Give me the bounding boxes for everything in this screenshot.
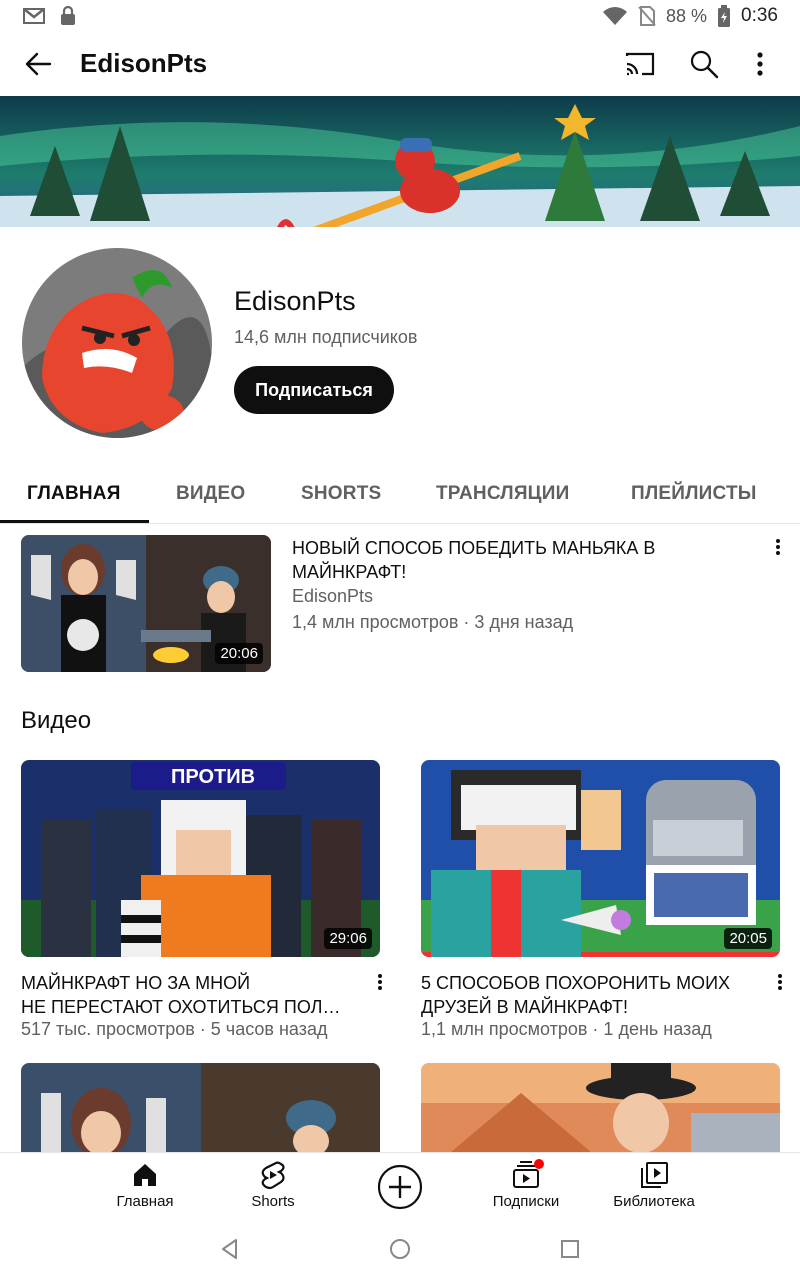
nav-subscriptions[interactable]: Подписки — [480, 1153, 572, 1223]
clock: 0:36 — [741, 5, 778, 26]
channel-banner — [0, 96, 800, 227]
video-meta: 517 тыс. просмотров · 5 часов назад — [21, 1019, 328, 1039]
nav-library[interactable]: Библиотека — [606, 1153, 702, 1223]
create-plus-icon — [377, 1164, 423, 1210]
system-navigation-bar — [0, 1222, 800, 1280]
video-duration: 29:06 — [324, 928, 372, 949]
nav-home[interactable]: Главная — [100, 1153, 190, 1223]
wifi-icon — [602, 7, 627, 25]
video-thumbnail[interactable] — [21, 1063, 380, 1152]
video-thumbnail[interactable] — [421, 1063, 780, 1152]
app-header: EdisonPts — [0, 34, 800, 96]
video-title-line: 5 СПОСОБОВ ПОХОРОНИТЬ МОИХ — [421, 973, 731, 993]
thumb-text: ПРОТИВ — [171, 766, 255, 788]
video-thumbnail[interactable]: 20:05 — [421, 760, 780, 957]
shorts-icon — [261, 1161, 285, 1190]
nav-label: Shorts — [251, 1193, 295, 1210]
tab-videos[interactable]: ВИДЕО — [176, 470, 245, 524]
video-title[interactable]: МАЙНКРАФТ НО ЗА МНОЙ НЕ ПЕРЕСТАЮТ ОХОТИТ… — [21, 971, 351, 1019]
bottom-navigation: Главная Shorts Подписки Библиотека — [0, 1152, 800, 1222]
system-home-icon[interactable] — [388, 1236, 412, 1262]
more-vert-icon[interactable] — [742, 46, 778, 82]
nav-create[interactable] — [370, 1153, 430, 1223]
channel-name: EdisonPts — [234, 286, 356, 316]
featured-video-meta: 1,4 млн просмотров · 3 дня назад — [292, 612, 574, 632]
nav-shorts[interactable]: Shorts — [228, 1153, 318, 1223]
section-title: Видео — [21, 707, 92, 734]
notification-dot — [534, 1159, 544, 1169]
system-recents-icon[interactable] — [558, 1236, 582, 1262]
more-vert-icon[interactable] — [768, 535, 788, 563]
active-tab-indicator — [0, 520, 149, 523]
tab-live[interactable]: ТРАНСЛЯЦИИ — [436, 470, 569, 524]
more-vert-icon[interactable] — [770, 970, 790, 998]
gmail-icon — [23, 8, 45, 24]
subscribe-button[interactable]: Подписаться — [234, 366, 394, 414]
video-meta: 1,1 млн просмотров · 1 день назад — [421, 1019, 712, 1039]
featured-video-title[interactable]: НОВЫЙ СПОСОБ ПОБЕДИТЬ МАНЬЯКА В МАЙНКРАФ… — [292, 536, 752, 584]
lock-icon — [61, 5, 75, 25]
page-title: EdisonPts — [80, 48, 208, 78]
cast-icon[interactable] — [622, 46, 658, 82]
home-icon — [134, 1164, 156, 1186]
tab-playlists[interactable]: ПЛЕЙЛИСТЫ — [631, 470, 757, 524]
more-vert-icon[interactable] — [370, 970, 390, 998]
search-icon[interactable] — [686, 46, 722, 82]
nav-label: Главная — [116, 1193, 174, 1210]
nav-label: Подписки — [492, 1193, 560, 1210]
no-sim-icon — [638, 6, 656, 26]
featured-video-channel: EdisonPts — [292, 586, 374, 606]
battery-percent: 88 % — [665, 5, 708, 26]
featured-video-thumbnail[interactable]: 20:06 — [21, 535, 271, 672]
system-back-icon[interactable] — [218, 1236, 242, 1262]
video-title[interactable]: 5 СПОСОБОВ ПОХОРОНИТЬ МОИХ ДРУЗЕЙ В МАЙН… — [421, 971, 751, 1019]
video-title-line: ДРУЗЕЙ В МАЙНКРАФТ! — [421, 997, 628, 1017]
channel-tabs: ГЛАВНАЯ ВИДЕО SHORTS ТРАНСЛЯЦИИ ПЛЕЙЛИСТ… — [0, 470, 800, 524]
tab-shorts[interactable]: SHORTS — [301, 470, 381, 524]
channel-avatar[interactable] — [22, 248, 212, 438]
video-duration: 20:06 — [215, 643, 263, 664]
video-title-line: МАЙНКРАФТ НО ЗА МНОЙ — [21, 973, 251, 993]
status-bar: 88 % 0:36 — [0, 0, 800, 32]
video-thumbnail[interactable]: ПРОТИВ 29:06 — [21, 760, 380, 957]
library-icon — [641, 1162, 668, 1188]
back-arrow-icon[interactable] — [20, 46, 56, 82]
subscriber-count: 14,6 млн подписчиков — [234, 327, 418, 347]
video-duration: 20:05 — [724, 928, 772, 949]
nav-label: Библиотека — [613, 1193, 695, 1210]
battery-icon — [718, 5, 731, 27]
tab-home[interactable]: ГЛАВНАЯ — [27, 470, 121, 524]
video-title-line: НЕ ПЕРЕСТАЮТ ОХОТИТЬСЯ ПОЛИ… — [21, 997, 351, 1017]
